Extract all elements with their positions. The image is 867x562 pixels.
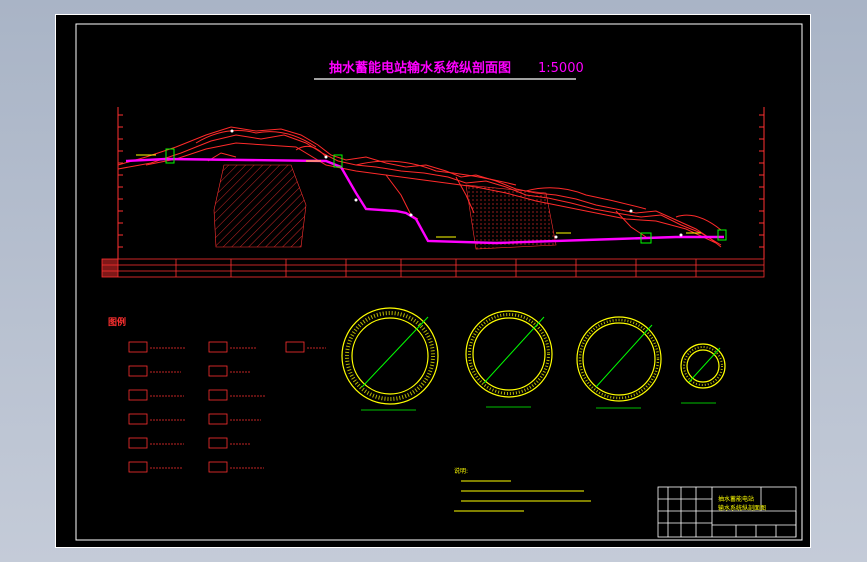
cross-section-4 <box>680 343 726 404</box>
notes-lines <box>454 480 591 512</box>
lower-outlet <box>717 229 727 241</box>
drawing-title: 抽水蓄能电站输水系统纵剖面图 <box>329 60 511 76</box>
cross-section-3 <box>576 316 662 409</box>
dotted-zone-lower <box>465 184 557 250</box>
cross-section-2 <box>465 310 553 408</box>
hatched-zone-upper <box>213 164 307 248</box>
drawing-scale: 1:5000 <box>538 61 584 76</box>
strip-header <box>102 259 118 277</box>
title-block <box>657 486 797 538</box>
cad-viewport[interactable]: 抽水蓄能电站输水系统纵剖面图 1:5000 图例 说明: 抽水蓄能电站 输水系统… <box>0 0 867 562</box>
inner-frame <box>75 23 803 541</box>
left-elevation-scale <box>117 107 123 259</box>
cross-section-1 <box>341 307 439 411</box>
notes-heading: 说明: <box>454 467 468 475</box>
terrain-profile <box>117 126 722 248</box>
drawing-canvas: 抽水蓄能电站输水系统纵剖面图 1:5000 图例 说明: 抽水蓄能电站 输水系统… <box>75 23 803 541</box>
legend <box>128 341 326 473</box>
profile-data-strip <box>101 258 765 278</box>
drawing-sheet: 抽水蓄能电站输水系统纵剖面图 1:5000 图例 说明: 抽水蓄能电站 输水系统… <box>55 14 811 548</box>
legend-heading: 图例 <box>108 316 126 328</box>
title-block-line2: 输水系统纵剖面图 <box>718 504 766 512</box>
right-elevation-scale <box>759 107 765 259</box>
title-block-line1: 抽水蓄能电站 <box>718 495 754 503</box>
